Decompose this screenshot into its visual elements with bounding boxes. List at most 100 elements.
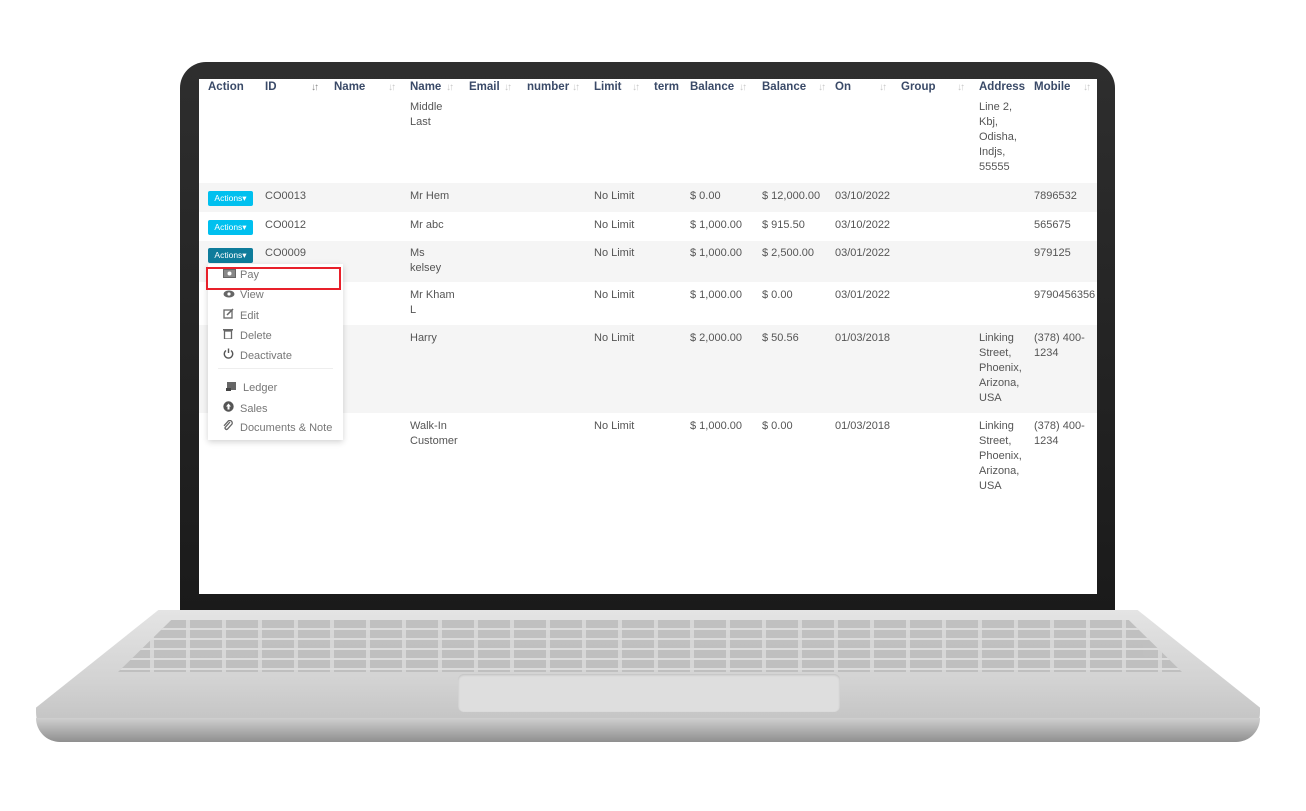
cell-line: Middle xyxy=(410,101,443,113)
col-header-email[interactable]: Email xyxy=(469,81,500,93)
cell-balance-2: $ 0.00 xyxy=(762,420,793,432)
cell-limit: No Limit xyxy=(594,332,635,344)
cell-mobile: 9790456356 xyxy=(1034,289,1096,301)
cell-balance: $ 1,000.00 xyxy=(690,247,742,259)
sort-icon[interactable]: ↓↑ xyxy=(879,82,887,93)
menu-item-deactivate[interactable]: Deactivate xyxy=(223,348,292,362)
highlight-annotation-box xyxy=(206,267,341,290)
trash-icon xyxy=(223,328,237,342)
cell-address: Line 2, Kbj, Odisha, Indjs, 55555 xyxy=(979,100,1017,175)
menu-item-sales[interactable]: Sales xyxy=(223,401,268,415)
sort-icon[interactable]: ↓↑ xyxy=(311,82,319,93)
col-header-balance-2[interactable]: Balance xyxy=(762,81,806,93)
col-header-address[interactable]: Address xyxy=(979,81,1025,93)
col-header-on[interactable]: On xyxy=(835,81,851,93)
col-header-balance[interactable]: Balance xyxy=(690,81,734,93)
cell-limit: No Limit xyxy=(594,190,635,202)
cell-line: Walk-In xyxy=(410,420,447,432)
col-header-name-2[interactable]: Name xyxy=(410,81,441,93)
cell-date: 03/10/2022 xyxy=(835,219,891,231)
cell-line: Kbj, xyxy=(979,116,998,128)
laptop-keyboard-rows xyxy=(118,620,1182,672)
cell-line: Phoenix, xyxy=(979,450,1022,462)
cell-name: Ms kelsey xyxy=(410,246,441,276)
menu-item-label: View xyxy=(240,289,264,301)
cell-line: Street, xyxy=(979,347,1012,359)
menu-item-ledger[interactable]: Ledger xyxy=(223,381,277,394)
menu-divider xyxy=(218,368,333,369)
sort-icon[interactable]: ↓↑ xyxy=(957,82,965,93)
cell-line: kelsey xyxy=(410,262,442,274)
cell-line: USA xyxy=(979,392,1002,404)
cell-line: 55555 xyxy=(979,161,1010,173)
cell-balance-2: $ 2,500.00 xyxy=(762,247,814,259)
cell-date: 03/10/2022 xyxy=(835,190,891,202)
col-header-term[interactable]: term xyxy=(654,81,679,93)
cell-name: Walk-In Customer xyxy=(410,419,458,449)
cell-balance: $ 1,000.00 xyxy=(690,219,742,231)
col-header-number[interactable]: number xyxy=(527,81,569,93)
cell-mobile: (378) 400- 1234 xyxy=(1034,419,1085,449)
table-row: Middle Last Line 2, Kbj, Odisha, Indjs, … xyxy=(199,96,1097,183)
power-icon xyxy=(223,348,237,362)
actions-dropdown-button[interactable]: Actions▾ xyxy=(208,248,253,263)
cell-balance: $ 1,000.00 xyxy=(690,420,742,432)
cell-balance-2: $ 915.50 xyxy=(762,219,805,231)
col-header-id[interactable]: ID xyxy=(265,81,277,93)
sort-icon[interactable]: ↓↑ xyxy=(1083,82,1091,93)
menu-item-edit[interactable]: Edit xyxy=(223,308,259,322)
actions-dropdown-button[interactable]: Actions▾ xyxy=(208,191,253,206)
menu-item-documents-note[interactable]: Documents & Note xyxy=(223,419,333,434)
col-header-name[interactable]: Name xyxy=(334,81,365,93)
cell-line: (378) 400- xyxy=(1034,332,1085,344)
paperclip-icon xyxy=(223,419,237,434)
col-header-limit[interactable]: Limit xyxy=(594,81,621,93)
laptop-base-rim xyxy=(36,718,1260,742)
cell-line: Phoenix, xyxy=(979,362,1022,374)
cell-mobile: 7896532 xyxy=(1034,190,1077,202)
cell-line: Last xyxy=(410,116,431,128)
sort-icon[interactable]: ↓↑ xyxy=(739,82,747,93)
cell-name: Middle Last xyxy=(410,100,442,130)
cell-line: Mr Kham xyxy=(410,289,455,301)
cell-date: 03/01/2022 xyxy=(835,289,891,301)
cell-line: Indjs, xyxy=(979,146,1006,158)
col-header-group[interactable]: Group xyxy=(901,81,936,93)
cell-mobile: 979125 xyxy=(1034,247,1071,259)
col-header-mobile[interactable]: Mobile xyxy=(1034,81,1070,93)
actions-dropdown-menu: Pay View Edit Delete Deactivate Ledger S… xyxy=(208,264,343,440)
col-header-action[interactable]: Action xyxy=(208,81,244,93)
sort-icon[interactable]: ↓↑ xyxy=(388,82,396,93)
cell-id: CO0013 xyxy=(265,190,306,202)
sort-icon[interactable]: ↓↑ xyxy=(504,82,512,93)
menu-item-label: Delete xyxy=(240,330,272,342)
sort-icon[interactable]: ↓↑ xyxy=(632,82,640,93)
menu-item-delete[interactable]: Delete xyxy=(223,328,272,342)
sort-icon[interactable]: ↓↑ xyxy=(818,82,826,93)
cell-line: (378) 400- xyxy=(1034,420,1085,432)
menu-item-label: Ledger xyxy=(243,382,278,394)
cell-line: 1234 xyxy=(1034,435,1059,447)
customer-table: Action ID ↓↑ Name ↓↑ Name ↓↑ Email ↓↑ nu… xyxy=(199,79,1097,499)
cell-balance-2: $ 0.00 xyxy=(762,289,793,301)
cell-name: Mr abc xyxy=(410,219,444,231)
cell-balance: $ 2,000.00 xyxy=(690,332,742,344)
cell-balance-2: $ 50.56 xyxy=(762,332,799,344)
cell-id: CO0009 xyxy=(265,247,306,259)
actions-dropdown-button[interactable]: Actions▾ xyxy=(208,220,253,235)
cell-line: Line 2, xyxy=(979,101,1013,113)
cell-limit: No Limit xyxy=(594,219,635,231)
cell-balance-2: $ 12,000.00 xyxy=(762,190,821,202)
menu-item-view[interactable]: View xyxy=(223,289,264,301)
laptop-trackpad xyxy=(458,674,840,712)
cell-balance: $ 1,000.00 xyxy=(690,289,742,301)
cell-limit: No Limit xyxy=(594,289,635,301)
cell-line: 1234 xyxy=(1034,347,1059,359)
cell-date: 01/03/2018 xyxy=(835,420,891,432)
sort-icon[interactable]: ↓↑ xyxy=(572,82,580,93)
cell-address: Linking Street, Phoenix, Arizona, USA xyxy=(979,419,1022,494)
cell-date: 03/01/2022 xyxy=(835,247,891,259)
cell-id: CO0012 xyxy=(265,219,306,231)
menu-item-label: Documents & Note xyxy=(240,422,333,434)
sort-icon[interactable]: ↓↑ xyxy=(446,82,454,93)
